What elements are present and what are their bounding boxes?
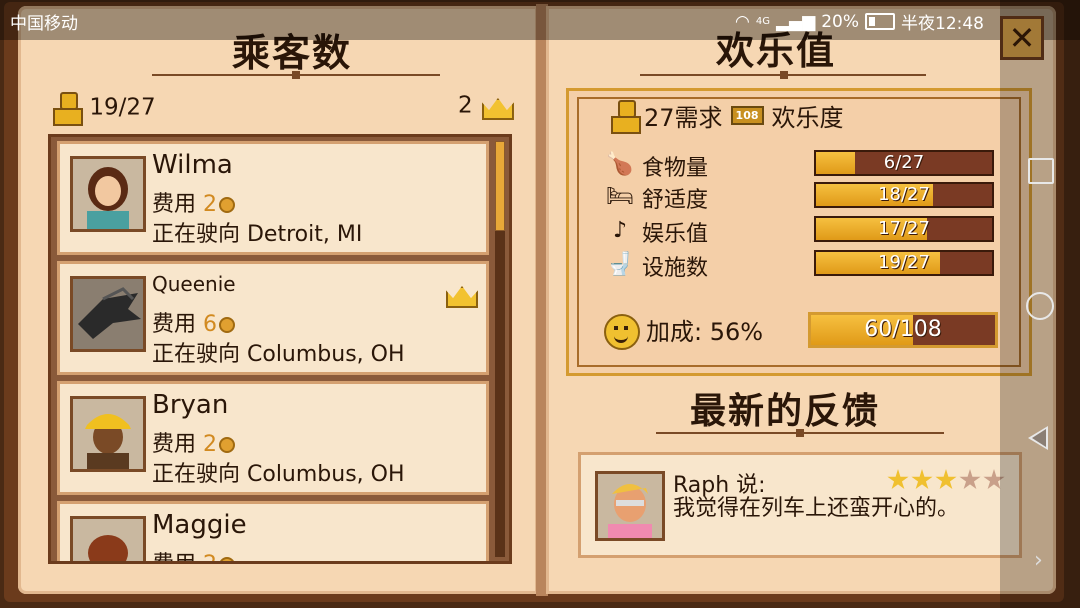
passenger-count-value: 19/27 [89, 94, 156, 121]
passenger-avatar [70, 516, 146, 561]
passenger-count: 19/27 [52, 92, 156, 126]
requirement-suffix: 欢乐度 [771, 104, 844, 132]
passenger-name: Wilma [152, 150, 233, 180]
happiness-badge-icon: 108 [730, 106, 764, 125]
star-icon [935, 469, 957, 490]
stat-bar: 19/27 [814, 250, 994, 276]
home-button[interactable] [1026, 292, 1054, 320]
passenger-name: Maggie [152, 510, 247, 540]
scrollbar-thumb[interactable] [495, 141, 505, 231]
stat-bar: 18/27 [814, 182, 994, 208]
star-icon [911, 469, 933, 490]
toilet-icon: 🚽 [606, 252, 634, 277]
crown-icon [480, 92, 514, 120]
stat-bar: 6/27 [814, 150, 994, 176]
carrier-name: 中国移动 [10, 14, 78, 34]
feedback-divider [656, 429, 944, 437]
passenger-card[interactable]: Queenie 费用 6 正在驶向 Columbus, OH [57, 261, 489, 375]
network-type: 4G [755, 16, 770, 27]
recent-apps-button[interactable] [1028, 158, 1054, 184]
coin-icon [219, 317, 236, 333]
feedback-title: 最新的反馈 [690, 391, 881, 432]
passenger-avatar [70, 156, 146, 232]
person-icon [52, 92, 83, 126]
passenger-fare: 费用 2 [152, 186, 236, 218]
happiness-stat-row: ♪ 娱乐值 17/27 [606, 216, 996, 247]
android-nav-bar: › [1000, 0, 1080, 608]
passenger-list[interactable]: Wilma 费用 2 正在驶向 Detroit, MI Queenie 费用 6… [48, 134, 512, 564]
chicken-leg-icon: 🍗 [606, 152, 634, 177]
bed-icon: 🛏 [606, 184, 634, 209]
clock: 半夜12:48 [901, 14, 984, 34]
passenger-avatar [70, 276, 146, 352]
stat-label: 舒适度 [642, 188, 709, 213]
battery-percent: 20% [821, 11, 859, 32]
title-divider [152, 71, 440, 79]
passenger-destination: 正在驶向 Columbus, OH [152, 462, 405, 487]
wifi-icon: ◠ [735, 11, 750, 32]
passenger-name: Bryan [152, 390, 229, 420]
person-icon [610, 99, 641, 134]
requirement-text: 27需求 [644, 104, 723, 132]
coin-icon [219, 557, 236, 561]
coin-icon [219, 197, 236, 213]
rating-stars [887, 469, 1005, 491]
passenger-destination: 正在驶向 Detroit, MI [152, 222, 363, 247]
passenger-fare: 费用 6 [152, 306, 236, 338]
star-icon [959, 469, 981, 490]
stat-bar-text: 19/27 [878, 252, 930, 273]
passenger-fare: 费用 2 [152, 546, 236, 561]
stat-bar-text: 17/27 [878, 218, 930, 239]
feedback-card: Raph 说: 我觉得在列车上还蛮开心的。 [578, 452, 1022, 558]
chevron-right-icon[interactable]: › [1034, 548, 1043, 573]
passenger-card[interactable]: Maggie 费用 2 [57, 501, 489, 561]
signal-icon: ▂▄▆ [775, 11, 816, 32]
reviewer-avatar [595, 471, 665, 541]
passenger-card[interactable]: Wilma 费用 2 正在驶向 Detroit, MI [57, 141, 489, 255]
happiness-stat-row: 🍗 食物量 6/27 [606, 150, 996, 181]
vip-count-value: 2 [458, 92, 473, 119]
vip-crown-icon [444, 280, 478, 308]
review-text: 我觉得在列车上还蛮开心的。 [673, 496, 960, 521]
title-divider [640, 71, 926, 79]
stat-bar: 17/27 [814, 216, 994, 242]
stat-label: 设施数 [642, 256, 709, 281]
happiness-stat-row: 🚽 设施数 19/27 [606, 250, 996, 281]
happiness-stat-row: 🛏 舒适度 18/27 [606, 182, 996, 213]
stat-label: 食物量 [642, 156, 709, 181]
stat-label: 娱乐值 [642, 222, 709, 247]
stat-bar-text: 6/27 [883, 152, 925, 173]
vip-count: 2 [458, 92, 514, 120]
battery-icon [865, 13, 895, 30]
coin-icon [219, 437, 236, 453]
happiness-requirement: 27需求 108 欢乐度 [610, 98, 844, 134]
bonus-bar: 60/108 [808, 312, 998, 348]
passenger-fare: 费用 2 [152, 426, 236, 458]
status-bar: 中国移动 ◠ 4G ▂▄▆ 20% 半夜12:48 [0, 0, 1080, 40]
bonus-label: 加成: 56% [646, 318, 764, 346]
passenger-avatar [70, 396, 146, 472]
back-button[interactable] [1028, 426, 1048, 450]
music-note-icon: ♪ [612, 218, 628, 243]
passenger-destination: 正在驶向 Columbus, OH [152, 342, 405, 367]
smiley-icon [604, 314, 640, 350]
star-icon [887, 469, 909, 490]
passenger-card[interactable]: Bryan 费用 2 正在驶向 Columbus, OH [57, 381, 489, 495]
passenger-name: Queenie [152, 272, 236, 296]
bonus-bar-text: 60/108 [864, 317, 942, 342]
stat-bar-text: 18/27 [878, 184, 930, 205]
